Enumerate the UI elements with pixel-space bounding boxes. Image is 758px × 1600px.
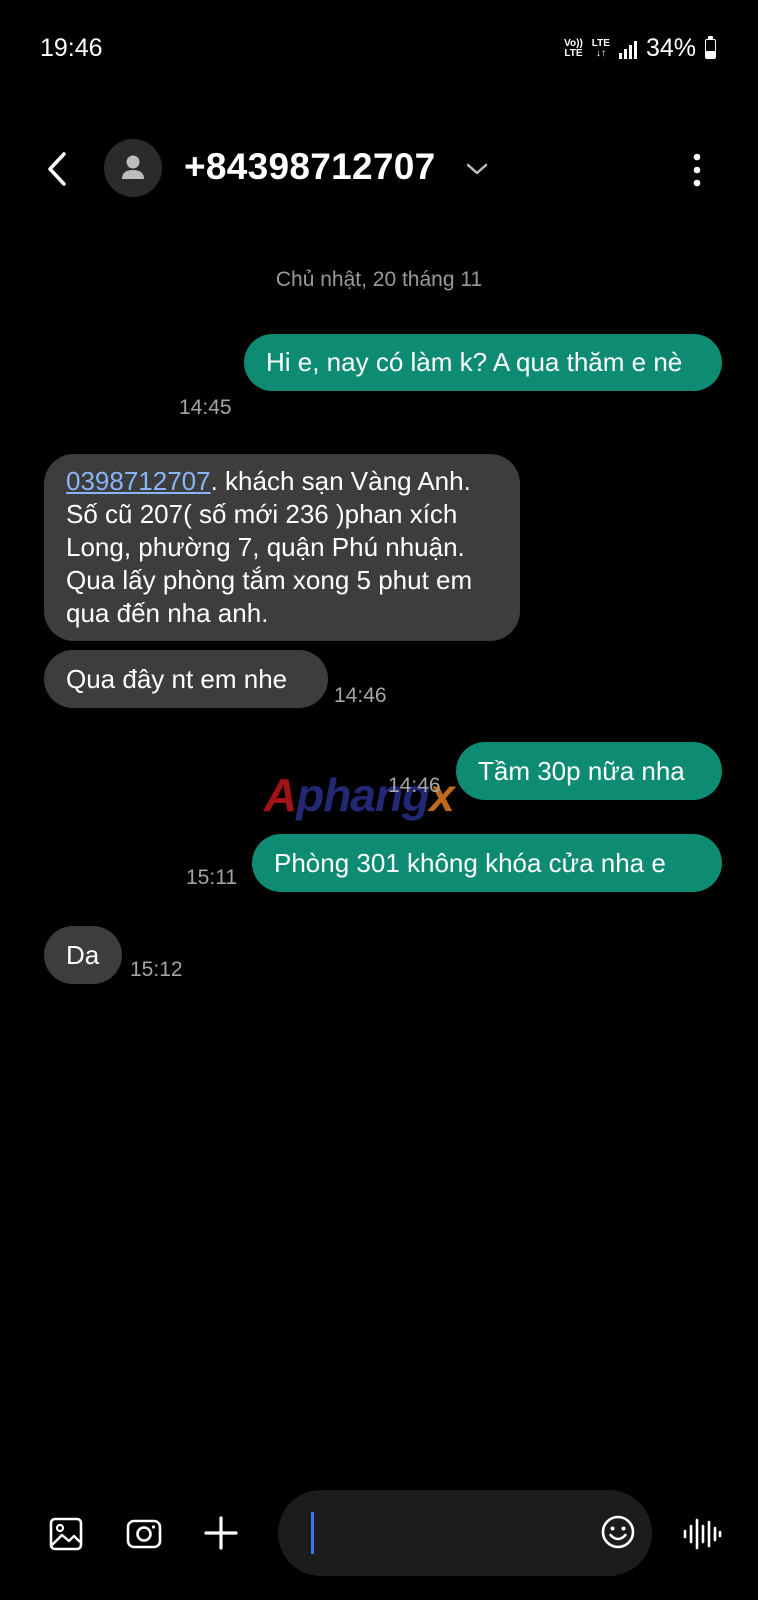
date-separator: Chủ nhật, 20 tháng 11 bbox=[275, 268, 483, 291]
message-text: Da bbox=[66, 940, 100, 970]
emoji-button[interactable] bbox=[600, 1514, 636, 1550]
outgoing-message-bubble[interactable]: Phòng 301 không khóa cửa nha e bbox=[252, 834, 722, 892]
camera-icon bbox=[126, 1519, 162, 1549]
contact-avatar[interactable] bbox=[104, 139, 162, 197]
incoming-message-bubble[interactable]: Da bbox=[44, 926, 122, 984]
battery-level bbox=[706, 51, 715, 58]
add-attachment-button[interactable] bbox=[202, 1514, 240, 1552]
status-icons: Vo)) LTE LTE ↓↑ 34% bbox=[564, 34, 716, 63]
message-time: 14:46 bbox=[334, 684, 387, 707]
message-input[interactable] bbox=[314, 1490, 564, 1576]
voice-record-button[interactable] bbox=[682, 1516, 722, 1552]
gallery-icon bbox=[49, 1517, 83, 1551]
back-button[interactable] bbox=[40, 146, 76, 192]
message-text: Hi e, nay có làm k? A qua thăm e nè bbox=[266, 347, 683, 377]
message-time: 15:11 bbox=[186, 866, 237, 889]
message-composer bbox=[0, 1490, 758, 1600]
contact-name[interactable]: +84398712707 bbox=[184, 146, 436, 188]
chevron-down-icon bbox=[466, 163, 488, 175]
more-vertical-icon bbox=[693, 153, 701, 187]
volte-icon: Vo)) LTE bbox=[564, 37, 583, 59]
more-options-button[interactable] bbox=[682, 150, 712, 190]
message-text: Phòng 301 không khóa cửa nha e bbox=[274, 848, 666, 878]
person-icon bbox=[122, 155, 144, 179]
lte-top-label: LTE bbox=[591, 37, 610, 49]
volte-bottom-label: LTE bbox=[564, 47, 583, 59]
watermark-part: A bbox=[264, 769, 297, 821]
plus-icon bbox=[204, 1516, 238, 1550]
message-text: Qua đây nt em nhe bbox=[66, 664, 288, 694]
conversation-header: +84398712707 bbox=[0, 120, 758, 220]
emoji-icon bbox=[601, 1515, 635, 1549]
gallery-button[interactable] bbox=[48, 1516, 84, 1552]
voice-wave-icon bbox=[683, 1518, 722, 1550]
camera-button[interactable] bbox=[126, 1516, 162, 1552]
message-time: 14:46 bbox=[388, 774, 441, 797]
battery-percent: 34% bbox=[645, 34, 696, 62]
volte-top-label: Vo)) bbox=[564, 37, 583, 49]
incoming-message-bubble[interactable]: 0398712707. khách sạn Vàng Anh. Số cũ 20… bbox=[44, 454, 520, 641]
battery-icon bbox=[705, 35, 716, 59]
message-time: 14:45 bbox=[179, 396, 232, 419]
lte-bottom-label: ↓↑ bbox=[595, 47, 606, 59]
outgoing-message-bubble[interactable]: Tầm 30p nữa nha bbox=[456, 742, 722, 800]
message-text: Tầm 30p nữa nha bbox=[478, 756, 685, 786]
status-bar: 19:46 Vo)) LTE LTE ↓↑ 34% bbox=[0, 0, 758, 100]
incoming-message-bubble[interactable]: Qua đây nt em nhe bbox=[44, 650, 328, 708]
signal-icon bbox=[618, 39, 637, 59]
message-time: 15:12 bbox=[130, 958, 183, 981]
message-input-container bbox=[278, 1490, 652, 1576]
outgoing-message-bubble[interactable]: Hi e, nay có làm k? A qua thăm e nè bbox=[244, 334, 722, 391]
status-time: 19:46 bbox=[40, 34, 103, 62]
expand-contact-button[interactable] bbox=[462, 156, 492, 182]
lte-data-icon: LTE ↓↑ bbox=[591, 37, 610, 59]
chevron-left-icon bbox=[48, 152, 66, 186]
phone-number-link[interactable]: 0398712707 bbox=[66, 466, 211, 496]
